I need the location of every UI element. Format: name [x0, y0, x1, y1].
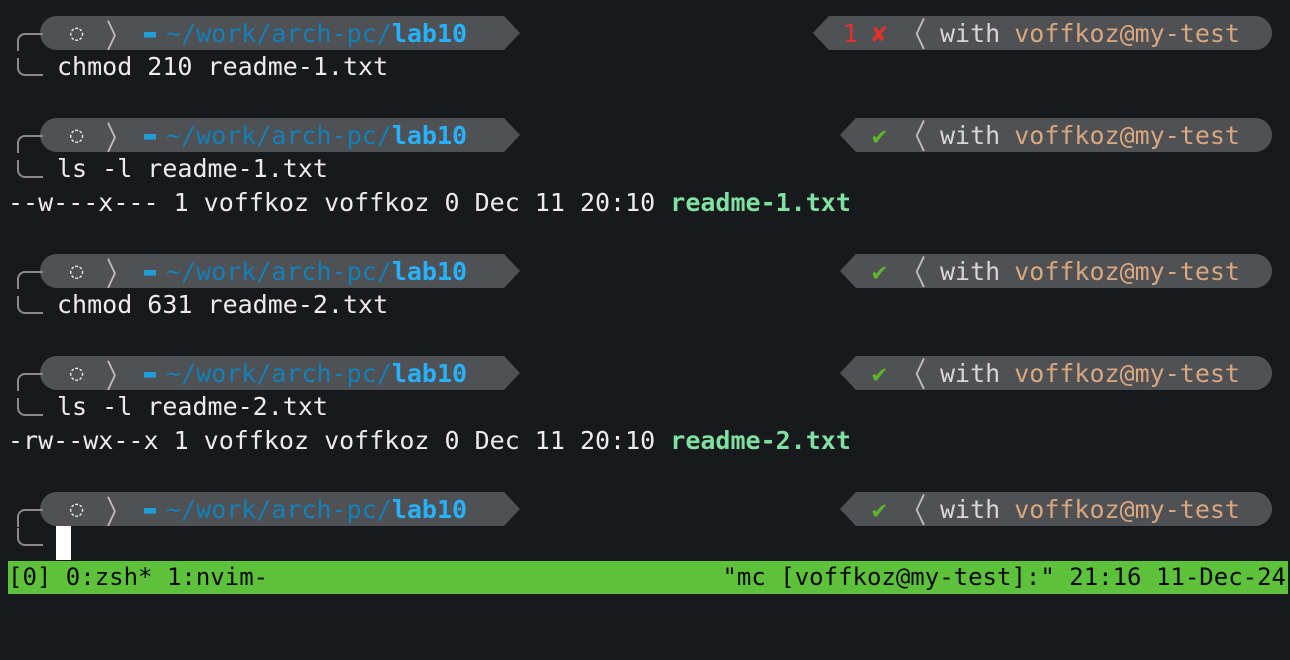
user-host: voffkoz@my-test	[1014, 120, 1240, 150]
tmux-window-list[interactable]: [0] 0:zsh* 1:nvim-	[8, 561, 268, 594]
prompt-frame-top	[17, 33, 43, 51]
prompt-right-separator: 〈	[900, 117, 926, 157]
ls-listing-text: -rw--wx--x 1 voffkoz voffkoz 0 Dec 11 20…	[8, 426, 671, 455]
ls-filename: readme-1.txt	[670, 188, 851, 217]
folder-icon: ▬	[144, 123, 157, 147]
folder-icon: ▬	[144, 361, 157, 385]
with-label: with	[940, 358, 1001, 388]
folder-icon: ▬	[144, 259, 157, 283]
ubuntu-icon: ◌	[70, 20, 84, 46]
prompt-frame-bottom	[17, 528, 43, 546]
prompt-right-segment: ✔ 〈 with voffkoz@my-test	[839, 492, 1272, 526]
command-text: ls -l readme-1.txt	[57, 154, 328, 183]
prompt-left-segment: ◌ 〉 ▬ ~/work/arch-pc/lab10	[40, 356, 520, 390]
with-label: with	[940, 256, 1001, 286]
path-prefix: ~/work/arch-pc/	[166, 256, 392, 286]
terminal-cursor[interactable]	[56, 526, 71, 560]
exit-code: 1	[842, 18, 858, 48]
prompt-left-segment: ◌ 〉 ▬ ~/work/arch-pc/lab10	[40, 16, 520, 50]
prompt-line-5: ◌ 〉 ▬ ~/work/arch-pc/lab10 ✔ 〈 with voff…	[0, 492, 1290, 526]
path-current-dir: lab10	[391, 494, 468, 524]
check-icon: ✔	[871, 120, 887, 150]
prompt-frame-top	[17, 271, 43, 289]
prompt-line-3: ◌ 〉 ▬ ~/work/arch-pc/lab10 ✔ 〈 with voff…	[0, 254, 1290, 288]
prompt-frame-bottom	[17, 160, 43, 178]
with-label: with	[940, 18, 1001, 48]
path-current-dir: lab10	[391, 256, 468, 286]
user-host: voffkoz@my-test	[1014, 256, 1240, 286]
prompt-frame-bottom	[17, 296, 43, 314]
prompt-right-separator: 〈	[900, 491, 926, 531]
prompt-right-segment: ✔ 〈 with voffkoz@my-test	[839, 356, 1272, 390]
prompt-right-segment: ✔ 〈 with voffkoz@my-test	[839, 254, 1272, 288]
user-host: voffkoz@my-test	[1014, 18, 1240, 48]
command-text: chmod 631 readme-2.txt	[57, 290, 389, 319]
ubuntu-icon: ◌	[70, 360, 84, 386]
error-icon: ✘	[871, 18, 887, 48]
with-label: with	[940, 494, 1001, 524]
prompt-line-1: ◌ 〉 ▬ ~/work/arch-pc/lab10 1 ✘ 〈 with vo…	[0, 16, 1290, 50]
command-text: chmod 210 readme-1.txt	[57, 52, 389, 81]
path-prefix: ~/work/arch-pc/	[166, 358, 392, 388]
path-current-dir: lab10	[391, 18, 468, 48]
prompt-frame-top	[17, 373, 43, 391]
prompt-line-4: ◌ 〉 ▬ ~/work/arch-pc/lab10 ✔ 〈 with voff…	[0, 356, 1290, 390]
check-icon: ✔	[871, 494, 887, 524]
command-output: -rw--wx--x 1 voffkoz voffkoz 0 Dec 11 20…	[8, 424, 851, 458]
with-label: with	[940, 120, 1001, 150]
prompt-right-separator: 〈	[900, 15, 926, 55]
path-current-dir: lab10	[391, 358, 468, 388]
prompt-frame-top	[17, 135, 43, 153]
ls-listing-text: --w---x--- 1 voffkoz voffkoz 0 Dec 11 20…	[8, 188, 671, 217]
prompt-frame-bottom	[17, 58, 43, 76]
folder-icon: ▬	[144, 21, 157, 45]
prompt-right-separator: 〈	[900, 253, 926, 293]
prompt-separator: 〉	[106, 493, 130, 532]
ls-filename: readme-2.txt	[670, 426, 851, 455]
prompt-right-separator: 〈	[900, 355, 926, 395]
path-current-dir: lab10	[391, 120, 468, 150]
check-icon: ✔	[871, 358, 887, 388]
prompt-frame-bottom	[17, 398, 43, 416]
folder-icon: ▬	[144, 497, 157, 521]
ubuntu-icon: ◌	[70, 122, 84, 148]
tmux-status-bar: [0] 0:zsh* 1:nvim- "mc [voffkoz@my-test]…	[8, 561, 1288, 594]
prompt-line-2: ◌ 〉 ▬ ~/work/arch-pc/lab10 ✔ 〈 with voff…	[0, 118, 1290, 152]
tmux-status-right: "mc [voffkoz@my-test]:" 21:16 11-Dec-24	[722, 563, 1286, 591]
prompt-left-segment: ◌ 〉 ▬ ~/work/arch-pc/lab10	[40, 254, 520, 288]
user-host: voffkoz@my-test	[1014, 358, 1240, 388]
ubuntu-icon: ◌	[70, 258, 84, 284]
command-text: ls -l readme-2.txt	[57, 392, 328, 421]
path-prefix: ~/work/arch-pc/	[166, 120, 392, 150]
prompt-left-segment: ◌ 〉 ▬ ~/work/arch-pc/lab10	[40, 118, 520, 152]
prompt-left-segment: ◌ 〉 ▬ ~/work/arch-pc/lab10	[40, 492, 520, 526]
ubuntu-icon: ◌	[70, 496, 84, 522]
prompt-frame-top	[17, 509, 43, 527]
path-prefix: ~/work/arch-pc/	[166, 494, 392, 524]
check-icon: ✔	[871, 256, 887, 286]
path-prefix: ~/work/arch-pc/	[166, 18, 392, 48]
command-output: --w---x--- 1 voffkoz voffkoz 0 Dec 11 20…	[8, 186, 851, 220]
user-host: voffkoz@my-test	[1014, 494, 1240, 524]
prompt-right-segment: ✔ 〈 with voffkoz@my-test	[839, 118, 1272, 152]
prompt-right-segment: 1 ✘ 〈 with voffkoz@my-test	[812, 16, 1272, 50]
